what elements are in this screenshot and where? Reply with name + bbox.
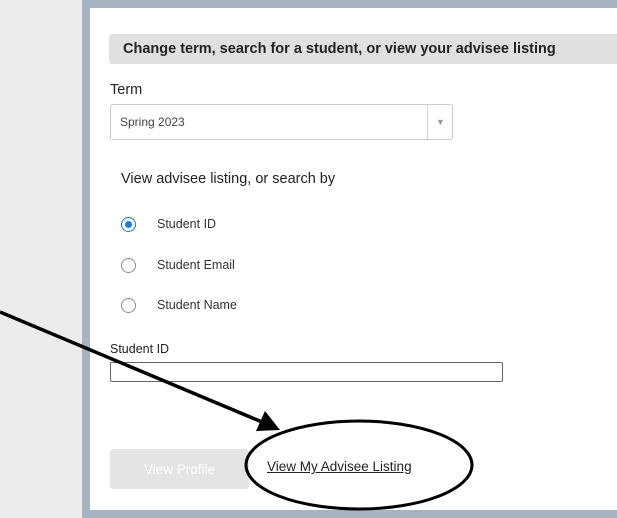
radio-button-checked[interactable] (121, 217, 136, 232)
radio-button[interactable] (121, 298, 136, 313)
term-label: Term (110, 82, 143, 98)
section-header: Change term, search for a student, or vi… (109, 34, 617, 64)
radio-label-student-id[interactable]: Student ID (157, 215, 216, 233)
student-id-label: Student ID (110, 342, 170, 356)
radio-label-student-name[interactable]: Student Name (157, 296, 237, 314)
radio-label-student-email[interactable]: Student Email (157, 256, 235, 274)
chevron-down-icon[interactable]: ▼ (428, 105, 453, 139)
radio-option-student-name[interactable]: Student Name (121, 296, 261, 316)
student-id-input[interactable] (110, 362, 503, 382)
radio-button[interactable] (121, 258, 136, 273)
view-advisee-listing-link[interactable]: View My Advisee Listing (267, 459, 412, 474)
term-select-value: Spring 2023 (120, 115, 185, 129)
term-select[interactable]: Spring 2023 ▼ (110, 104, 453, 140)
radio-option-student-id[interactable]: Student ID (121, 215, 241, 235)
radio-option-student-email[interactable]: Student Email (121, 256, 261, 276)
view-profile-button[interactable]: View Profile (110, 449, 249, 489)
search-by-heading: View advisee listing, or search by (121, 171, 336, 187)
